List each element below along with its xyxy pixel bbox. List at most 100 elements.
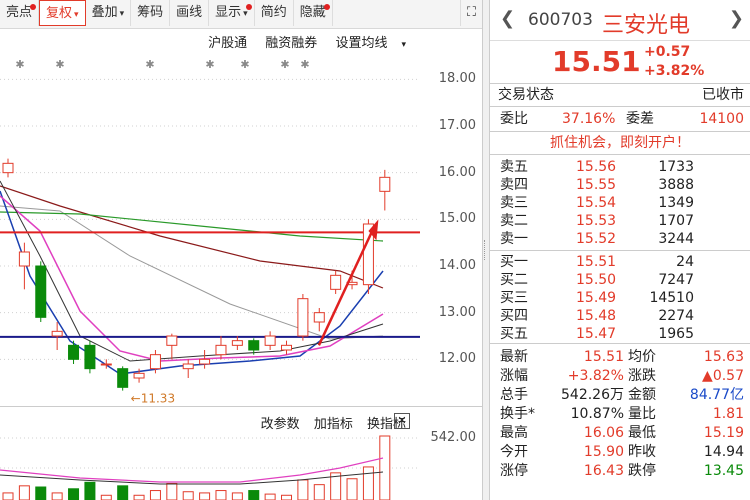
- event-marker-icon: ✱: [55, 58, 64, 71]
- stat-value: 15.51: [583, 349, 624, 365]
- volume-chart[interactable]: [0, 420, 420, 500]
- stat-label: 涨幅: [500, 368, 528, 384]
- volume-bar: [51, 492, 63, 500]
- prev-stock-icon[interactable]: ❮: [500, 8, 515, 29]
- stat-value: 542.26万: [561, 387, 624, 403]
- toolbar-button[interactable]: 画线: [170, 0, 210, 26]
- volume-bar: [199, 492, 211, 500]
- order-book-row[interactable]: 买二 15.50 7247: [490, 271, 750, 289]
- candle-body: [51, 330, 63, 337]
- toolbar-button-label: 筹码: [137, 5, 164, 20]
- candle-body: [68, 344, 80, 360]
- order-book-vol: 3244: [658, 231, 694, 247]
- candle-body: [248, 340, 260, 351]
- divider: [490, 250, 750, 251]
- order-book-vol: 14510: [649, 290, 694, 306]
- order-book-row[interactable]: 卖一 15.52 3244: [490, 230, 750, 248]
- order-book-vol: 7247: [658, 272, 694, 288]
- toolbar-button[interactable]: 筹码: [131, 0, 171, 26]
- candle-body: [149, 354, 161, 370]
- toolbar-button[interactable]: 显示 ▾: [209, 0, 255, 26]
- volume-bar: [182, 491, 194, 500]
- toolbar-button[interactable]: 简约: [255, 0, 294, 26]
- set-ma-label: 设置均线: [335, 36, 388, 51]
- order-book-vol: 1707: [658, 213, 694, 229]
- candle-body: [133, 372, 145, 379]
- toolbar-button[interactable]: 亮点: [0, 0, 40, 26]
- order-book-label: 卖三: [500, 195, 528, 211]
- order-book-row[interactable]: 买三 15.49 14510: [490, 289, 750, 307]
- order-book-label: 卖一: [500, 231, 528, 247]
- chevron-down-icon: ▾: [401, 40, 406, 50]
- event-marker-icon: ✱: [205, 58, 214, 71]
- volume-bar: [68, 488, 80, 500]
- order-book-label: 买二: [500, 272, 528, 288]
- stat-value: +3.82%: [567, 368, 624, 384]
- toolbar-button-label: 简约: [260, 5, 287, 20]
- order-book-label: 买三: [500, 290, 528, 306]
- price-tick-label: 16.00: [438, 164, 476, 180]
- candle-body: [264, 335, 276, 346]
- candle-body: [199, 358, 211, 365]
- expand-icon[interactable]: ⛶: [459, 0, 482, 26]
- order-book-price: 15.55: [576, 177, 617, 193]
- stat-value: 84.77亿: [689, 387, 744, 403]
- volume-bar: [313, 484, 325, 500]
- candle-body: [281, 344, 293, 351]
- stock-code: 600703: [528, 10, 593, 30]
- order-book-row[interactable]: 买五 15.47 1965: [490, 325, 750, 343]
- open-account-ad-link[interactable]: 抓住机会，即刻开户！: [490, 132, 750, 155]
- chart-toolbar: 亮点 复权 ▾ 叠加 ▾ 筹码 画线 显示 ▾ 简约 隐藏 ⛶: [0, 0, 482, 29]
- status-value: 已收市: [702, 87, 744, 103]
- candle-body: [100, 363, 112, 366]
- volume-bar: [248, 490, 260, 500]
- volume-bar: [133, 494, 145, 500]
- order-book-label: 卖五: [500, 159, 528, 175]
- volume-bar: [84, 481, 96, 500]
- volume-bar: [166, 482, 178, 500]
- order-book-price: 15.53: [576, 213, 617, 229]
- next-stock-icon[interactable]: ❯: [729, 8, 744, 29]
- order-book-row[interactable]: 买一 15.51 24: [490, 253, 750, 271]
- stat-label: 跌停: [628, 463, 656, 479]
- stock-name: 三安光电: [602, 13, 691, 38]
- order-book-row[interactable]: 卖五 15.56 1733: [490, 158, 750, 176]
- candlestick-chart[interactable]: ✱ ✱ ✱ ✱ ✱ ✱ ✱ ←11.33: [0, 56, 420, 406]
- order-book-row[interactable]: 卖三 15.54 1349: [490, 194, 750, 212]
- candle-body: [297, 298, 309, 337]
- panel-splitter[interactable]: [482, 0, 490, 500]
- order-book-row[interactable]: 卖四 15.55 3888: [490, 176, 750, 194]
- order-book-row[interactable]: 买四 15.48 2274: [490, 307, 750, 325]
- toolbar-button[interactable]: 隐藏: [294, 0, 333, 26]
- volume-bar: [149, 490, 161, 500]
- hgt-link[interactable]: 沪股通: [208, 36, 247, 51]
- order-book-vol: 1349: [658, 195, 694, 211]
- stat-value: 15.63: [703, 349, 744, 365]
- order-book-row[interactable]: 卖二 15.53 1707: [490, 212, 750, 230]
- margin-trading-link[interactable]: 融资融券: [265, 36, 317, 51]
- quote-stats: 最新 15.51 均价 15.63 涨幅 +3.82% 涨跌 ▲0.57 总手 542.26万 金额…: [490, 344, 750, 481]
- stat-label: 均价: [628, 349, 656, 365]
- order-book-label: 买一: [500, 254, 528, 270]
- order-book-label: 卖二: [500, 213, 528, 229]
- order-book-price: 15.50: [576, 272, 617, 288]
- toolbar-button[interactable]: 复权 ▾: [39, 0, 86, 26]
- toolbar-button[interactable]: 叠加 ▾: [86, 0, 132, 26]
- toolbar-button-label: 亮点: [6, 5, 33, 20]
- price-tick-label: 14.00: [438, 258, 476, 273]
- candle-body: [2, 162, 14, 174]
- order-book-vol: 3888: [658, 177, 694, 193]
- stat-value: 10.87%: [570, 406, 624, 422]
- order-book-price: 15.48: [576, 308, 617, 324]
- order-book-label: 买四: [500, 308, 528, 324]
- wc-label: 委差: [626, 111, 654, 127]
- volume-bar: [297, 479, 309, 500]
- splitter-grip-icon[interactable]: [484, 240, 489, 260]
- order-book-price: 15.54: [576, 195, 617, 211]
- set-ma-dropdown[interactable]: 设置均线 ▾: [335, 36, 406, 51]
- quote-stat-row: 今开 15.90 昨收 14.94: [490, 443, 750, 462]
- order-book-price: 15.56: [576, 159, 617, 175]
- volume-bar: [35, 486, 47, 500]
- stat-label: 金额: [628, 387, 656, 403]
- order-book-price: 15.47: [576, 326, 617, 342]
